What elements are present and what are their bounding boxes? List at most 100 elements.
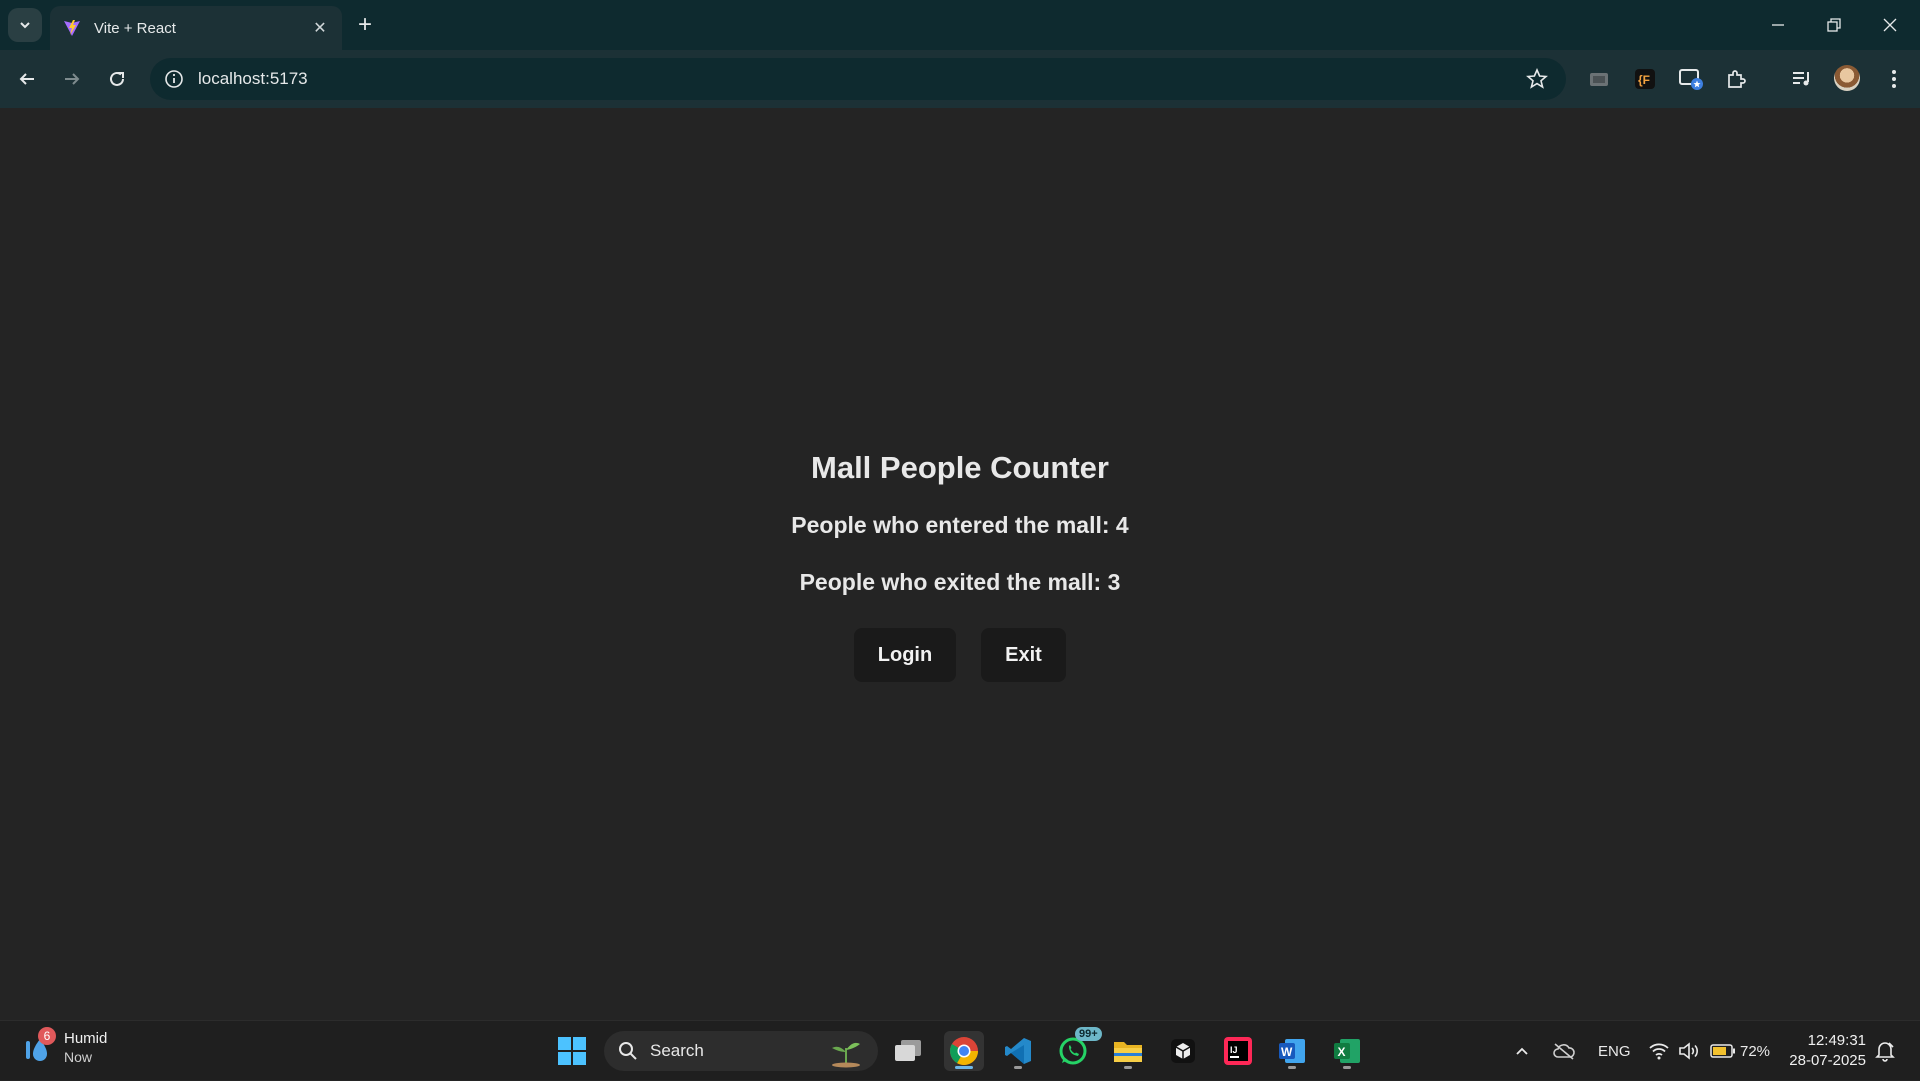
weather-badge: 6 [38, 1027, 56, 1045]
forward-button[interactable] [55, 62, 89, 96]
address-bar[interactable]: localhost:5173 [150, 58, 1566, 100]
whatsapp-badge: 99+ [1075, 1027, 1102, 1041]
arrow-right-icon [65, 73, 80, 85]
excel-taskbar-button[interactable]: X [1327, 1031, 1367, 1071]
wifi-icon [1649, 1043, 1669, 1060]
active-indicator [955, 1066, 973, 1069]
taskbar-clock[interactable]: 12:49:31 28-07-2025 [1782, 1031, 1866, 1071]
plant-decoration-icon [832, 1042, 860, 1068]
show-hidden-icons-button[interactable] [1514, 1021, 1530, 1081]
tab-search-button[interactable] [8, 8, 42, 42]
bookmark-star-icon[interactable] [1526, 68, 1548, 90]
page-title: Mall People Counter [811, 450, 1109, 485]
intellij-icon: IJ [1224, 1037, 1252, 1065]
web-page-viewport: Mall People Counter People who entered t… [0, 108, 1920, 1020]
exit-button[interactable]: Exit [981, 628, 1066, 682]
task-view-button[interactable] [888, 1031, 928, 1071]
exited-count-text: People who exited the mall: 3 [799, 569, 1121, 595]
extension-screen-button[interactable] [1675, 63, 1707, 95]
running-indicator [1343, 1066, 1351, 1069]
notifications-button[interactable] [1874, 1021, 1896, 1081]
extension-cast-button[interactable] [1583, 63, 1615, 95]
search-label: Search [650, 1041, 704, 1060]
running-indicator [1124, 1066, 1132, 1069]
taskbar: 6 Humid Now Search 99+ IJ W X ENG 72% 12… [0, 1020, 1920, 1080]
running-indicator [1014, 1066, 1022, 1069]
kebab-menu-icon [1892, 70, 1896, 88]
media-controls-button[interactable] [1786, 63, 1818, 95]
clock-time: 12:49:31 [1807, 1032, 1866, 1049]
tab-title: Vite + React [94, 19, 176, 37]
login-button[interactable]: Login [854, 628, 956, 682]
restore-button[interactable] [1806, 0, 1862, 50]
reload-button[interactable] [100, 62, 134, 96]
weather-condition: Humid [64, 1029, 108, 1047]
reload-icon [110, 71, 124, 86]
tab-close-icon[interactable]: ✕ [310, 18, 330, 38]
chrome-taskbar-button[interactable] [944, 1031, 984, 1071]
action-buttons: Login Exit [854, 628, 1066, 682]
site-info-icon[interactable] [164, 69, 184, 89]
close-icon [1883, 18, 1897, 32]
minimize-button[interactable] [1750, 0, 1806, 50]
battery-icon [1710, 1044, 1735, 1058]
weather-icon: 6 [20, 1027, 56, 1065]
browser-menu-button[interactable] [1878, 63, 1910, 95]
back-button[interactable] [10, 62, 44, 96]
weather-time: Now [64, 1048, 93, 1065]
start-button[interactable] [552, 1031, 592, 1071]
extensions-button[interactable] [1720, 63, 1752, 95]
task-view-icon [895, 1040, 921, 1061]
chevron-down-icon [20, 22, 30, 29]
browser-tabstrip: Vite + React ✕ + [0, 0, 1920, 50]
screen-share-icon [1679, 69, 1703, 90]
cast-icon [1590, 73, 1608, 86]
minimize-icon [1772, 24, 1784, 26]
browser-tab-active[interactable]: Vite + React ✕ [50, 6, 342, 50]
svg-text:IJ: IJ [1230, 1045, 1238, 1055]
vscode-taskbar-button[interactable] [998, 1031, 1038, 1071]
notification-bell-icon [1875, 1042, 1895, 1062]
profile-avatar[interactable] [1834, 65, 1860, 91]
svg-text:{F: {F [1638, 73, 1650, 87]
cloud-offline-icon [1553, 1043, 1575, 1060]
intellij-taskbar-button[interactable]: IJ [1218, 1031, 1258, 1071]
vscode-icon [1005, 1038, 1031, 1064]
arrow-left-icon [19, 73, 34, 85]
browser-toolbar: localhost:5173 {F [0, 50, 1920, 108]
package-icon [1171, 1039, 1195, 1063]
volume-icon [1679, 1042, 1698, 1060]
windows-logo-icon [558, 1037, 586, 1065]
weather-widget[interactable]: 6 Humid Now [20, 1027, 108, 1065]
folder-icon [1114, 1042, 1142, 1062]
word-icon: W [1279, 1039, 1305, 1063]
restore-icon [1827, 18, 1841, 32]
file-explorer-taskbar-button[interactable] [1108, 1031, 1148, 1071]
onedrive-tray-button[interactable] [1552, 1021, 1576, 1081]
excel-icon: X [1334, 1039, 1360, 1063]
box-app-taskbar-button[interactable] [1163, 1031, 1203, 1071]
language-indicator[interactable]: ENG [1598, 1021, 1631, 1081]
url-text[interactable]: localhost:5173 [198, 69, 1526, 89]
running-indicator [1288, 1066, 1296, 1069]
entered-count-text: People who entered the mall: 4 [791, 512, 1129, 538]
svg-text:X: X [1338, 1045, 1346, 1059]
media-queue-icon [1793, 72, 1809, 86]
network-volume-battery-button[interactable]: 72% [1648, 1021, 1770, 1081]
svg-text:W: W [1281, 1045, 1293, 1059]
app-root: Mall People Counter People who entered t… [0, 108, 1920, 1020]
json-formatter-icon: {F [1635, 69, 1655, 89]
puzzle-icon [1728, 70, 1746, 88]
whatsapp-taskbar-button[interactable]: 99+ [1053, 1027, 1102, 1071]
word-taskbar-button[interactable]: W [1272, 1031, 1312, 1071]
extension-formatter-button[interactable]: {F [1629, 63, 1661, 95]
battery-percent: 72% [1740, 1042, 1771, 1060]
chevron-up-icon [1516, 1047, 1528, 1055]
close-window-button[interactable] [1862, 0, 1918, 50]
new-tab-button[interactable]: + [350, 10, 380, 40]
clock-date: 28-07-2025 [1789, 1052, 1866, 1069]
vite-favicon-icon [64, 20, 80, 36]
search-icon [619, 1042, 637, 1060]
taskbar-search[interactable]: Search [604, 1031, 878, 1071]
chrome-icon [950, 1037, 978, 1065]
